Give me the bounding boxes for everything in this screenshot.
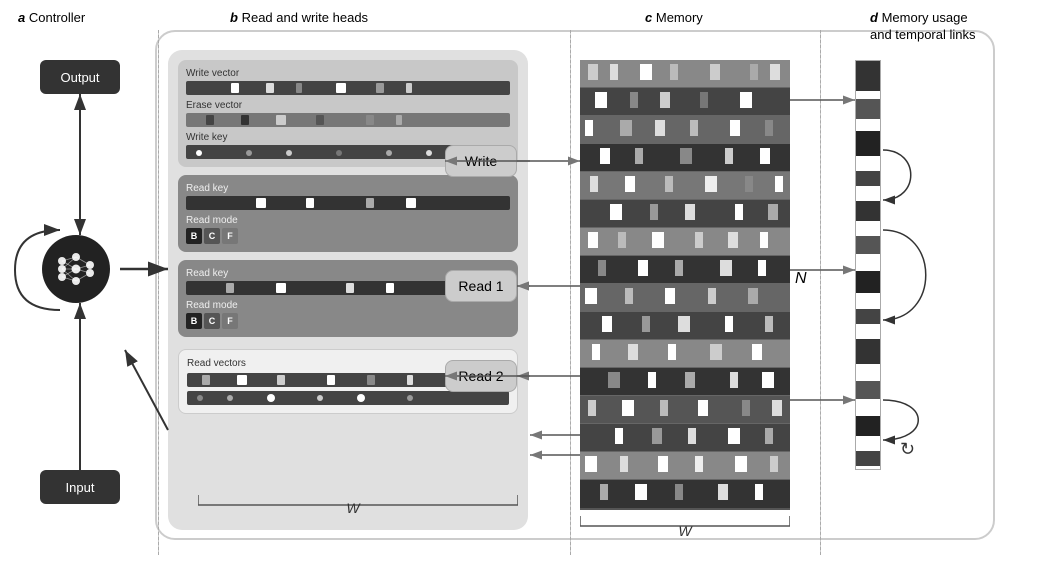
output-box: Output (40, 60, 120, 94)
separator-3 (820, 30, 821, 555)
section-label-c: c Memory (645, 10, 703, 25)
mode-f-2: F (222, 313, 238, 329)
w-bracket-memory: W (580, 516, 790, 539)
section-label-a: a Controller (18, 10, 85, 25)
write-key-label: Write key (186, 132, 510, 143)
separator-1 (158, 30, 159, 555)
write-vector-bar (186, 81, 510, 95)
read2-button: Read 2 (445, 360, 517, 392)
read-key-1-row: Read key (186, 183, 510, 210)
memory-grid (580, 60, 790, 510)
section-label-b: b Read and write heads (230, 10, 368, 25)
mode-c-1: C (204, 228, 220, 244)
read-mode-1-label: Read mode (186, 215, 510, 226)
write-vector-label: Write vector (186, 68, 510, 79)
section-label-d: d Memory usage and temporal links (870, 10, 976, 44)
usage-bar (855, 60, 881, 470)
write-button: Write (445, 145, 517, 177)
write-vector-row: Write vector (186, 68, 510, 95)
mode-c-2: C (204, 313, 220, 329)
erase-vector-bar (186, 113, 510, 127)
mode-b-2: B (186, 313, 202, 329)
read-mode-2-row: Read mode B C F (186, 300, 510, 329)
erase-vector-label: Erase vector (186, 100, 510, 111)
mode-f-1: F (222, 228, 238, 244)
svg-text:W: W (346, 500, 361, 515)
w-bracket-svg-memory: W (580, 516, 790, 536)
w-bracket-heads: W (198, 495, 498, 518)
read-vector-bar-2 (187, 391, 509, 405)
erase-vector-row: Erase vector (186, 100, 510, 127)
read-mode-1-bcf: B C F (186, 228, 510, 244)
read-key-1-label: Read key (186, 183, 510, 194)
read-mode-1-row: Read mode B C F (186, 215, 510, 244)
mode-b-1: B (186, 228, 202, 244)
controller-circle (42, 235, 110, 303)
w-bracket-svg-heads: W (198, 495, 518, 515)
read-head-1-panel: Read key Read mode B C F (178, 175, 518, 252)
read-mode-2-bcf: B C F (186, 313, 510, 329)
separator-2 (570, 30, 571, 555)
read-key-1-bar (186, 196, 510, 210)
input-box: Input (40, 470, 120, 504)
neural-net-icon (54, 247, 98, 291)
svg-text:W: W (678, 523, 693, 536)
n-label: N (795, 270, 807, 288)
read1-button: Read 1 (445, 270, 517, 302)
diagram-container: a Controller b Read and write heads c Me… (0, 0, 1044, 575)
